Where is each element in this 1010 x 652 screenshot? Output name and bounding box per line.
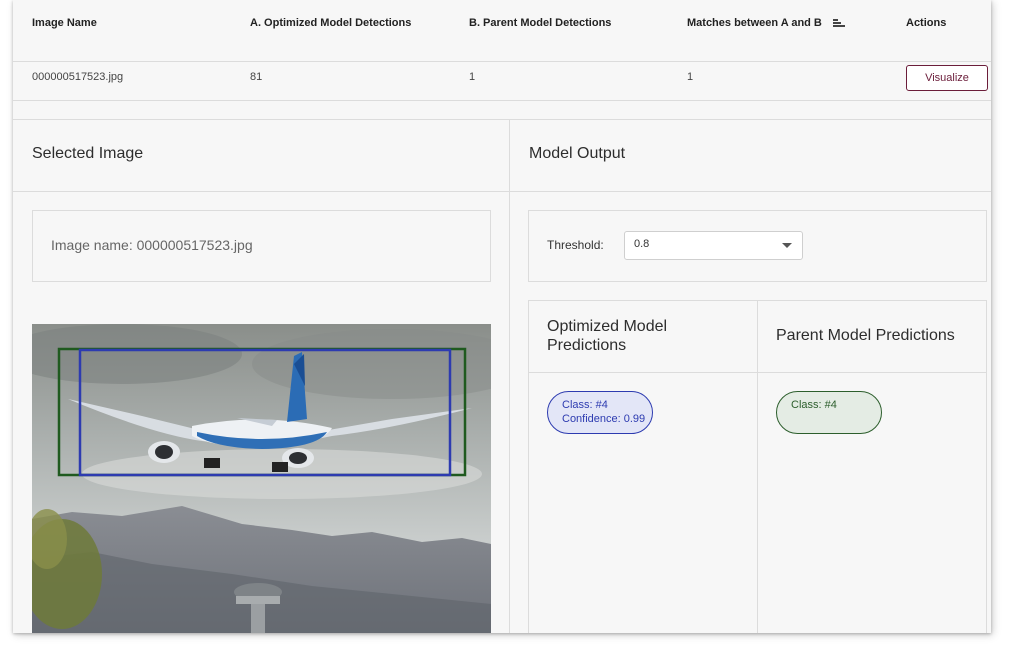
threshold-select[interactable]: 0.8 bbox=[624, 231, 803, 260]
col-optimized-detections: A. Optimized Model Detections bbox=[250, 17, 412, 29]
app-frame: Image Name A. Optimized Model Detections… bbox=[13, 0, 991, 633]
cell-matches: 1 bbox=[687, 71, 694, 83]
col-parent-detections: B. Parent Model Detections bbox=[469, 17, 612, 29]
optimized-prediction-chip[interactable]: Class: #4 Confidence: 0.99 bbox=[547, 391, 653, 434]
optimized-chip-confidence: Confidence: 0.99 bbox=[562, 413, 646, 425]
table-row: 000000517523.jpg 81 1 1 bbox=[13, 62, 991, 100]
cell-optimized-detections: 81 bbox=[250, 71, 263, 83]
selected-image-preview bbox=[32, 324, 491, 633]
selected-image-title: Selected Image bbox=[32, 145, 144, 162]
selected-image-header: Selected Image bbox=[13, 120, 509, 192]
col-actions: Actions bbox=[906, 17, 947, 29]
optimized-predictions-column: Optimized Model Predictions Class: #4 Co… bbox=[529, 301, 758, 633]
parent-prediction-chip[interactable]: Class: #4 bbox=[776, 391, 882, 434]
optimized-predictions-header: Optimized Model Predictions bbox=[529, 301, 757, 373]
optimized-chip-class: Class: #4 bbox=[562, 399, 608, 411]
visualize-button[interactable]: Visualize bbox=[906, 65, 988, 91]
cell-parent-detections: 1 bbox=[469, 71, 476, 83]
col-matches[interactable]: Matches between A and B bbox=[687, 17, 845, 29]
model-output-panel: Model Output Threshold: 0.8 Optimized Mo… bbox=[510, 119, 991, 633]
col-matches-label: Matches between A and B bbox=[687, 17, 822, 29]
model-output-header: Model Output bbox=[510, 120, 991, 192]
airplane-photo bbox=[32, 324, 491, 633]
threshold-card: Threshold: 0.8 bbox=[528, 210, 987, 282]
image-name-text: Image name: 000000517523.jpg bbox=[51, 237, 253, 253]
parent-predictions-title: Parent Model Predictions bbox=[776, 327, 955, 344]
table-header: Image Name A. Optimized Model Detections… bbox=[13, 0, 991, 62]
threshold-value: 0.8 bbox=[634, 238, 650, 250]
model-output-title: Model Output bbox=[529, 145, 626, 162]
sort-icon[interactable] bbox=[832, 18, 845, 28]
predictions-grid: Optimized Model Predictions Class: #4 Co… bbox=[528, 300, 987, 633]
optimized-predictions-title: Optimized Model Predictions bbox=[547, 318, 668, 354]
cell-image-name: 000000517523.jpg bbox=[32, 71, 124, 83]
parent-predictions-header: Parent Model Predictions bbox=[758, 301, 986, 373]
parent-predictions-column: Parent Model Predictions Class: #4 bbox=[758, 301, 986, 633]
parent-chip-class: Class: #4 bbox=[791, 399, 837, 411]
col-image-name: Image Name bbox=[32, 17, 97, 29]
threshold-label: Threshold: bbox=[547, 238, 604, 252]
selected-image-panel: Selected Image Image name: 000000517523.… bbox=[13, 119, 510, 633]
image-name-card: Image name: 000000517523.jpg bbox=[32, 210, 491, 282]
chevron-down-icon[interactable] bbox=[782, 243, 792, 248]
results-table: Image Name A. Optimized Model Detections… bbox=[13, 0, 991, 101]
